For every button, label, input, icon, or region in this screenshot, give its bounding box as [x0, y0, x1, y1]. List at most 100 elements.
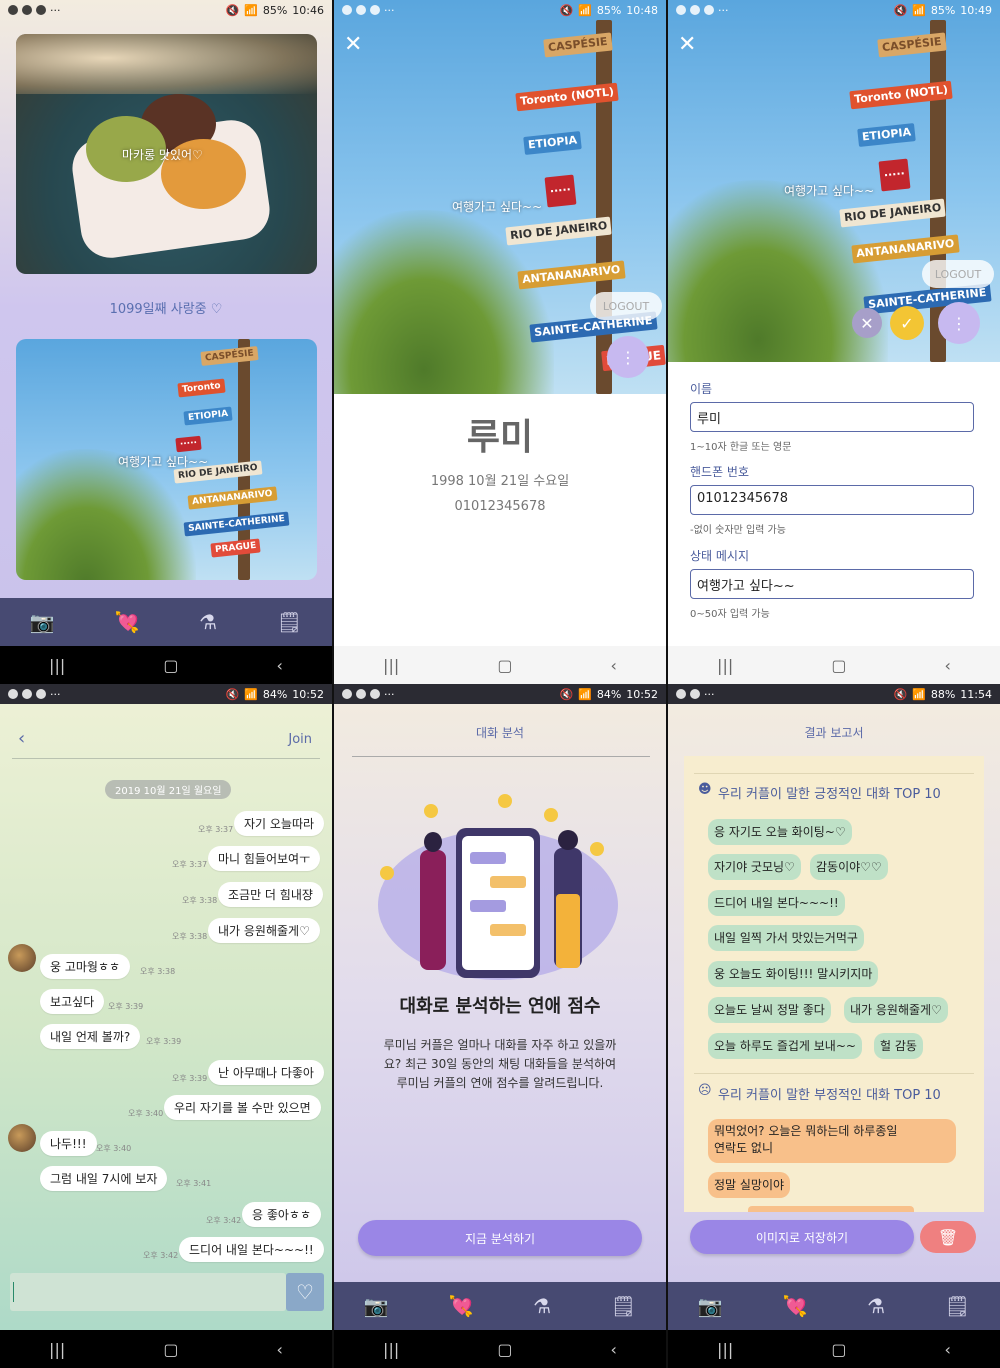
received-message: 보고싶다	[40, 989, 105, 1014]
recent-apps-button[interactable]: |||	[717, 656, 733, 675]
battery-level: 84%	[596, 687, 622, 701]
analyze-now-button[interactable]: 지금 분석하기	[358, 1220, 642, 1256]
sad-face-icon: ☹	[698, 1083, 712, 1098]
system-nav-bar: ||| ▢ ‹	[334, 1330, 666, 1368]
cancel-icon[interactable]: ✕	[852, 308, 882, 338]
more-options-icon[interactable]: ⋮	[938, 302, 980, 344]
flask-icon[interactable]: ⚗	[199, 610, 217, 634]
bottom-tab-bar: 📷 💘 ⚗ 🗒	[668, 1282, 1000, 1330]
home-button[interactable]: ▢	[497, 1340, 512, 1359]
positive-phrase: 내가 응원해줄게♡	[844, 997, 948, 1023]
profile-card-icon[interactable]: 🗒	[277, 610, 302, 634]
recent-apps-button[interactable]: |||	[49, 1340, 65, 1359]
join-button[interactable]: Join	[288, 732, 312, 747]
positive-phrase: 감동이야♡♡	[810, 854, 888, 880]
sent-message: 내가 응원해줄게♡	[208, 918, 320, 943]
phone-field[interactable]: 01012345678	[690, 485, 974, 515]
save-as-image-button[interactable]: 이미지로 저장하기	[690, 1220, 914, 1254]
sent-message: 난 아무때나 다좋아	[208, 1060, 324, 1085]
status-bar: ··· 🔇 📶 85% 10:46	[0, 0, 332, 20]
home-button[interactable]: ▢	[163, 1340, 178, 1359]
photo-album-icon[interactable]: 📷	[30, 610, 55, 634]
status-message-hint: 0~50자 입력 가능	[690, 609, 770, 620]
back-button[interactable]: ‹	[945, 1340, 951, 1359]
wifi-icon: 📶	[912, 687, 926, 701]
name-field[interactable]: 루미	[690, 402, 974, 432]
profile-card-icon[interactable]: 🗒	[611, 1294, 636, 1318]
confirm-check-icon[interactable]: ✓	[890, 306, 924, 340]
back-button[interactable]: ‹	[611, 656, 617, 675]
recent-apps-button[interactable]: |||	[383, 1340, 399, 1359]
clock: 11:54	[960, 687, 992, 701]
status-message-label: 상태 메시지	[690, 549, 750, 563]
negative-phrase-line: 뭐먹었어? 오늘은 뭐하는데 하루종일	[714, 1124, 898, 1138]
card-divider	[694, 773, 974, 774]
message-time: 오후 3:37	[198, 825, 234, 834]
status-bar: ··· 🔇 📶 84% 10:52	[0, 684, 332, 704]
profile-background-photo: CASPÉSIE Toronto (NOTL) ETIOPIA ····· RI…	[334, 0, 666, 394]
cupid-arrow-icon[interactable]: 💘	[448, 1294, 473, 1318]
system-nav-bar: ||| ▢ ‹	[0, 1330, 332, 1368]
message-time: 오후 3:38	[140, 967, 176, 976]
back-button[interactable]: ‹	[277, 1340, 283, 1359]
clock: 10:52	[292, 687, 324, 701]
avatar[interactable]	[8, 944, 36, 972]
photo-album-icon[interactable]: 📷	[364, 1294, 389, 1318]
recent-apps-button[interactable]: |||	[49, 656, 65, 675]
close-icon[interactable]: ✕	[344, 32, 362, 57]
status-message: 여행가고 싶다~~	[452, 200, 543, 214]
mute-icon: 🔇	[225, 687, 240, 701]
edit-profile-screen: ··· 🔇 📶 85% 10:49 CASPÉSIE Toronto (NOTL) E…	[668, 0, 1000, 684]
flask-icon[interactable]: ⚗	[867, 1294, 885, 1318]
received-message: 그럼 내일 7시에 보자	[40, 1166, 168, 1191]
home-button[interactable]: ▢	[163, 656, 178, 675]
cupid-arrow-icon[interactable]: 💘	[114, 610, 139, 634]
message-input[interactable]	[10, 1273, 286, 1311]
analysis-heading: 대화로 분석하는 연애 점수	[399, 996, 601, 1017]
travel-photo[interactable]: CASPÉSIE Toronto ETIOPIA ····· RIO DE JA…	[16, 339, 317, 580]
send-heart-icon[interactable]: ♡	[286, 1273, 324, 1311]
name-label: 이름	[690, 382, 713, 396]
avatar[interactable]	[8, 1124, 36, 1152]
mute-icon: 🔇	[559, 687, 574, 701]
message-time: 오후 3:41	[176, 1179, 212, 1188]
date-divider: 2019 10월 21일 월요일	[105, 780, 232, 799]
back-button[interactable]: ‹	[277, 656, 283, 675]
negative-phrase-partial	[748, 1206, 914, 1212]
chat-screen: ··· 🔇 📶 84% 10:52 ‹ Join 2019 10월 21일 월요일 오…	[0, 684, 332, 1368]
sent-message: 우리 자기를 볼 수만 있으면	[164, 1095, 321, 1120]
wifi-icon: 📶	[244, 3, 258, 17]
photo-album-icon[interactable]: 📷	[698, 1294, 723, 1318]
home-button[interactable]: ▢	[831, 1340, 846, 1359]
macaron-photo[interactable]: 마카롱 맛있어♡	[16, 34, 317, 274]
negative-section-title: 우리 커플이 말한 부정적인 대화 TOP 10	[718, 1088, 941, 1103]
clock: 10:48	[626, 3, 658, 17]
battery-level: 85%	[930, 3, 956, 17]
home-button[interactable]: ▢	[831, 656, 846, 675]
title-divider	[352, 756, 650, 757]
battery-level: 84%	[262, 687, 288, 701]
back-button[interactable]: ‹	[945, 656, 951, 675]
wifi-icon: 📶	[578, 3, 592, 17]
trash-icon[interactable]: 🗑	[920, 1221, 976, 1253]
back-button[interactable]: ‹	[611, 1340, 617, 1359]
battery-level: 85%	[262, 3, 288, 17]
more-options-icon[interactable]: ⋮	[607, 336, 649, 378]
logout-button[interactable]: LOGOUT	[590, 292, 662, 320]
close-icon[interactable]: ✕	[678, 32, 696, 57]
profile-card-icon[interactable]: 🗒	[945, 1294, 970, 1318]
analysis-screen: ··· 🔇 📶 84% 10:52 대화 분석 대화로 분석하는 연애 점수 루미님 …	[334, 684, 666, 1368]
recent-apps-button[interactable]: |||	[383, 656, 399, 675]
flask-icon[interactable]: ⚗	[533, 1294, 551, 1318]
page-title: 결과 보고서	[804, 726, 864, 740]
profile-name: 루미	[466, 417, 534, 458]
system-nav-bar: ||| ▢ ‹	[668, 1330, 1000, 1368]
home-button[interactable]: ▢	[497, 656, 512, 675]
recent-apps-button[interactable]: |||	[717, 1340, 733, 1359]
logout-button[interactable]: LOGOUT	[922, 260, 994, 288]
bottom-tab-bar: 📷 💘 ⚗ 🗒	[334, 1282, 666, 1330]
status-message-field[interactable]: 여행가고 싶다~~	[690, 569, 974, 599]
message-time: 오후 3:40	[128, 1109, 164, 1118]
back-arrow-icon[interactable]: ‹	[18, 728, 25, 749]
cupid-arrow-icon[interactable]: 💘	[782, 1294, 807, 1318]
